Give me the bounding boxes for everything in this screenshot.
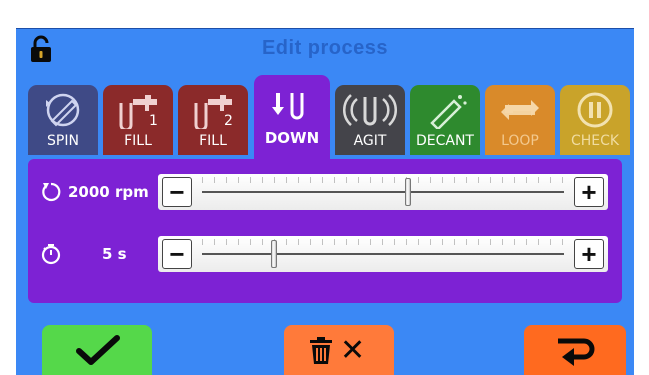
process-tabs: SPIN 1 FILL 2 FILL DOWN AGIT DECANT LOOP…: [28, 75, 630, 161]
delete-mark: ✕: [340, 333, 366, 368]
slider-scale: [202, 177, 564, 183]
spin-icon: [46, 93, 80, 127]
time-slider[interactable]: − +: [158, 236, 608, 272]
fill-tap-icon: [194, 95, 232, 129]
fill-2-badge: 2: [224, 113, 233, 129]
rotate-icon: [42, 182, 61, 202]
time-value: 5 s: [102, 245, 127, 263]
down-arrows-icon: [272, 93, 304, 120]
speed-increase-button[interactable]: +: [574, 177, 604, 207]
slider-track: [202, 253, 564, 255]
tab-loop[interactable]: LOOP: [485, 85, 555, 155]
tab-decant[interactable]: DECANT: [410, 85, 480, 155]
tab-fill-1[interactable]: 1 FILL: [103, 85, 173, 155]
tab-label: FILL: [199, 133, 227, 149]
tab-label: AGIT: [353, 133, 387, 149]
fill-1-badge: 1: [149, 113, 158, 129]
page-title: Edit process: [261, 37, 389, 59]
tab-label: FILL: [124, 133, 152, 149]
tab-fill-2[interactable]: 2 FILL: [178, 85, 248, 155]
trash-icon: [310, 337, 332, 364]
parameters-panel: 2000 rpm − + 5 s − +: [28, 159, 622, 303]
tab-down[interactable]: DOWN: [254, 75, 330, 159]
confirm-button[interactable]: [42, 325, 152, 375]
tab-check[interactable]: CHECK: [560, 85, 630, 155]
tab-label: DOWN: [264, 129, 320, 147]
tab-label: SPIN: [47, 133, 79, 149]
speed-slider[interactable]: − +: [158, 174, 608, 210]
tab-label: CHECK: [570, 133, 620, 149]
pause-check-icon: [577, 92, 613, 128]
slider-scale: [202, 239, 564, 245]
slider-track: [202, 191, 564, 193]
tab-agit[interactable]: AGIT: [335, 85, 405, 155]
title-bar: Edit process: [16, 29, 634, 69]
speed-value: 2000 rpm: [68, 183, 149, 201]
tab-label: DECANT: [415, 133, 474, 149]
speed-decrease-button[interactable]: −: [162, 177, 192, 207]
delete-button[interactable]: ✕: [284, 325, 394, 375]
loop-icon: [501, 100, 539, 120]
device-screen: Edit process SPIN 1 FILL 2 FILL DOWN AGI…: [16, 28, 634, 375]
time-increase-button[interactable]: +: [574, 239, 604, 269]
checkmark-icon: [76, 335, 120, 365]
time-slider-handle[interactable]: [271, 240, 278, 268]
fill-tap-icon: [119, 95, 157, 129]
back-button[interactable]: [524, 325, 626, 375]
timer-icon: [41, 244, 61, 265]
bottom-action-bar: ✕: [16, 325, 634, 375]
return-arrow-icon: [558, 338, 595, 366]
time-decrease-button[interactable]: −: [162, 239, 192, 269]
tab-spin[interactable]: SPIN: [28, 85, 98, 155]
tab-label: LOOP: [501, 133, 539, 149]
agitate-icon: [342, 94, 398, 126]
decant-icon: [430, 95, 467, 129]
speed-slider-handle[interactable]: [405, 178, 412, 206]
